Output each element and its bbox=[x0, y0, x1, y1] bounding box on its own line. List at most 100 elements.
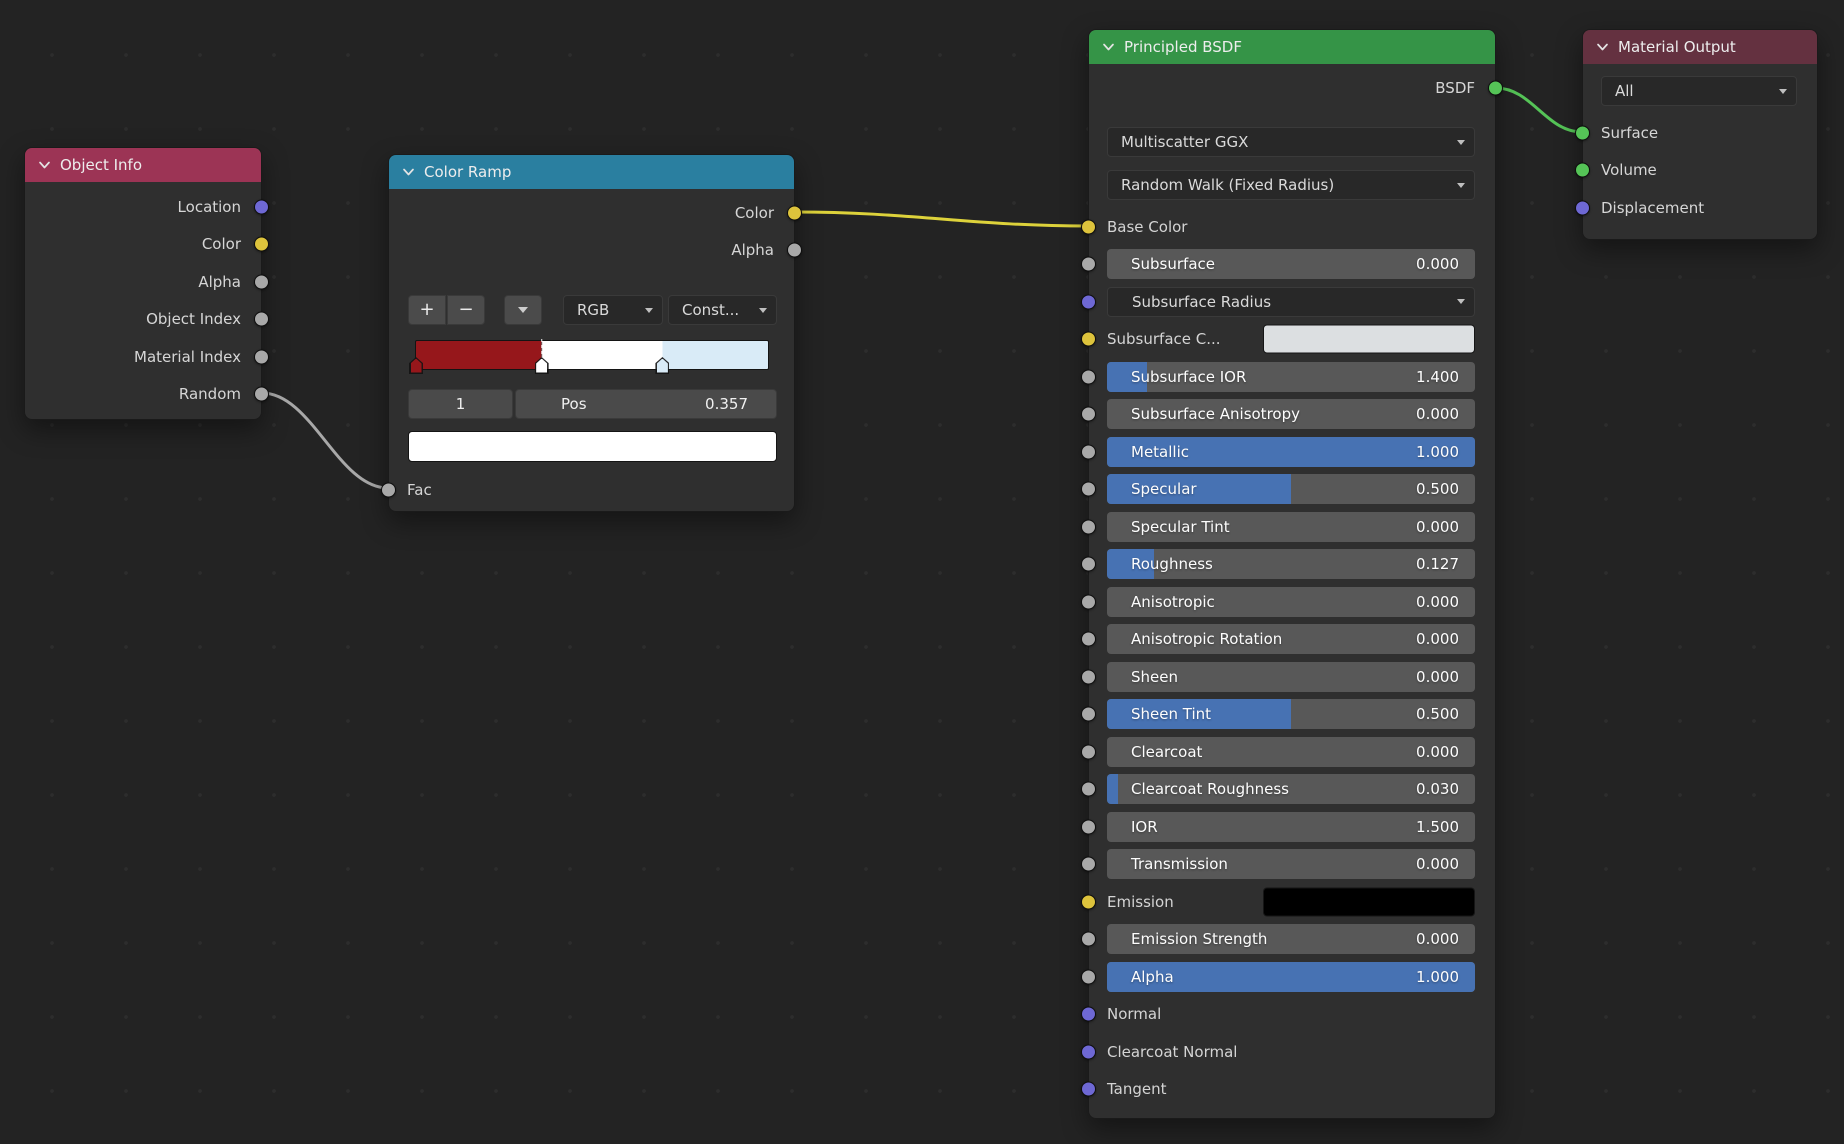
node-color-ramp[interactable]: Color Ramp Color Alpha + − RGB Const... bbox=[388, 154, 795, 512]
socket-normal-input[interactable] bbox=[1081, 1007, 1096, 1022]
slider-label: Roughness bbox=[1131, 555, 1213, 573]
link-bsdf-to-surface[interactable] bbox=[1496, 88, 1582, 132]
plus-icon: + bbox=[419, 301, 434, 319]
row-base-color: Base Color bbox=[1089, 208, 1495, 246]
collapse-chevron-icon[interactable] bbox=[38, 161, 51, 169]
node-material-output[interactable]: Material Output All Surface Volume Displ… bbox=[1582, 29, 1818, 240]
socket-subsurface-radius-input[interactable] bbox=[1081, 294, 1096, 309]
socket-bsdf-output[interactable] bbox=[1488, 81, 1503, 96]
metallic-slider[interactable]: Metallic 1.000 bbox=[1107, 437, 1475, 467]
subsurface-color-swatch[interactable] bbox=[1263, 325, 1475, 354]
output-random: Random bbox=[25, 376, 261, 414]
color-mode-dropdown[interactable]: RGB bbox=[563, 295, 663, 325]
roughness-slider[interactable]: Roughness 0.127 bbox=[1107, 549, 1475, 579]
colorband-stop-0[interactable] bbox=[409, 357, 423, 374]
output-material-index-label: Material Index bbox=[134, 348, 241, 366]
specular-tint-slider[interactable]: Specular Tint 0.000 bbox=[1107, 512, 1475, 542]
socket-ior-input[interactable] bbox=[1081, 819, 1096, 834]
specular-slider[interactable]: Specular 0.500 bbox=[1107, 474, 1475, 504]
socket-specular-tint-input[interactable] bbox=[1081, 519, 1096, 534]
sss-method-dropdown[interactable]: Random Walk (Fixed Radius) bbox=[1107, 170, 1475, 200]
interpolation-dropdown[interactable]: Const... bbox=[668, 295, 777, 325]
emission-strength-slider[interactable]: Emission Strength 0.000 bbox=[1107, 924, 1475, 954]
anisotropic-slider[interactable]: Anisotropic 0.000 bbox=[1107, 587, 1475, 617]
socket-metallic-input[interactable] bbox=[1081, 444, 1096, 459]
socket-subsurface-ior-input[interactable] bbox=[1081, 369, 1096, 384]
active-stop-index-field[interactable]: 1 bbox=[408, 389, 513, 419]
colorband-gradient[interactable] bbox=[415, 340, 769, 370]
socket-anisotropic-rotation-input[interactable] bbox=[1081, 632, 1096, 647]
socket-random-output[interactable] bbox=[254, 387, 269, 402]
node-editor-canvas[interactable]: { "editor": { "background": "#232323", "… bbox=[0, 0, 1844, 1144]
clearcoat-slider[interactable]: Clearcoat 0.000 bbox=[1107, 737, 1475, 767]
socket-color-output[interactable] bbox=[254, 237, 269, 252]
collapse-chevron-icon[interactable] bbox=[402, 168, 415, 176]
row-subsurface-anisotropy: Subsurface Anisotropy 0.000 bbox=[1089, 396, 1495, 434]
object-info-header[interactable]: Object Info bbox=[25, 148, 261, 182]
socket-subsurface-anisotropy-input[interactable] bbox=[1081, 407, 1096, 422]
subsurface-ior-slider[interactable]: Subsurface IOR 1.400 bbox=[1107, 362, 1475, 392]
alpha-slider[interactable]: Alpha 1.000 bbox=[1107, 962, 1475, 992]
socket-fac-input[interactable] bbox=[381, 482, 396, 497]
socket-alpha-output[interactable] bbox=[254, 274, 269, 289]
socket-color-output[interactable] bbox=[787, 205, 802, 220]
emission-color-swatch[interactable] bbox=[1263, 887, 1475, 916]
socket-roughness-input[interactable] bbox=[1081, 557, 1096, 572]
socket-sheen-input[interactable] bbox=[1081, 669, 1096, 684]
socket-clearcoat-normal-input[interactable] bbox=[1081, 1044, 1096, 1059]
ior-slider[interactable]: IOR 1.500 bbox=[1107, 812, 1475, 842]
output-target-dropdown[interactable]: All bbox=[1601, 76, 1797, 106]
distribution-dropdown[interactable]: Multiscatter GGX bbox=[1107, 127, 1475, 157]
material-output-header[interactable]: Material Output bbox=[1583, 30, 1817, 64]
socket-subsurface-input[interactable] bbox=[1081, 257, 1096, 272]
socket-object-index-output[interactable] bbox=[254, 312, 269, 327]
output-bsdf-label: BSDF bbox=[1435, 79, 1475, 97]
collapse-chevron-icon[interactable] bbox=[1596, 43, 1609, 51]
link-color-to-base-color[interactable] bbox=[795, 212, 1088, 226]
subsurface-slider[interactable]: Subsurface 0.000 bbox=[1107, 249, 1475, 279]
subsurface-anisotropy-slider[interactable]: Subsurface Anisotropy 0.000 bbox=[1107, 399, 1475, 429]
socket-transmission-input[interactable] bbox=[1081, 857, 1096, 872]
color-ramp-header[interactable]: Color Ramp bbox=[389, 155, 794, 189]
input-surface-label: Surface bbox=[1601, 124, 1658, 142]
sheen-slider[interactable]: Sheen 0.000 bbox=[1107, 662, 1475, 692]
slider-value: 1.500 bbox=[1416, 818, 1459, 836]
add-stop-button[interactable]: + bbox=[408, 295, 446, 325]
principled-bsdf-header[interactable]: Principled BSDF bbox=[1089, 30, 1495, 64]
socket-material-index-output[interactable] bbox=[254, 349, 269, 364]
socket-emission-input[interactable] bbox=[1081, 894, 1096, 909]
stop-position-field[interactable]: Pos 0.357 bbox=[515, 389, 777, 419]
socket-alpha-input[interactable] bbox=[1081, 969, 1096, 984]
collapse-chevron-icon[interactable] bbox=[1102, 43, 1115, 51]
transmission-slider[interactable]: Transmission 0.000 bbox=[1107, 849, 1475, 879]
socket-emission-strength-input[interactable] bbox=[1081, 932, 1096, 947]
node-principled-bsdf[interactable]: Principled BSDF BSDF Multiscatter GGX Ra… bbox=[1088, 29, 1496, 1119]
colorband-stop-1-selected[interactable] bbox=[535, 357, 549, 374]
socket-sheen-tint-input[interactable] bbox=[1081, 707, 1096, 722]
socket-clearcoat-input[interactable] bbox=[1081, 744, 1096, 759]
stop-color-field[interactable] bbox=[408, 431, 777, 462]
socket-displacement-input[interactable] bbox=[1575, 200, 1590, 215]
socket-specular-input[interactable] bbox=[1081, 482, 1096, 497]
socket-anisotropic-input[interactable] bbox=[1081, 594, 1096, 609]
socket-base-color-input[interactable] bbox=[1081, 219, 1096, 234]
clearcoat-roughness-slider[interactable]: Clearcoat Roughness 0.030 bbox=[1107, 774, 1475, 804]
node-object-info[interactable]: Object Info Location Color Alpha Object … bbox=[24, 147, 262, 420]
socket-alpha-output[interactable] bbox=[787, 243, 802, 258]
socket-surface-input[interactable] bbox=[1575, 125, 1590, 140]
socket-subsurface-color-input[interactable] bbox=[1081, 332, 1096, 347]
interpolation-value: Const... bbox=[682, 301, 739, 319]
link-random-to-fac[interactable] bbox=[262, 393, 388, 488]
input-volume: Volume bbox=[1583, 152, 1817, 190]
remove-stop-button[interactable]: − bbox=[447, 295, 485, 325]
subsurface-radius-dropdown[interactable]: Subsurface Radius bbox=[1107, 287, 1475, 317]
socket-location-output[interactable] bbox=[254, 199, 269, 214]
colorband-stop-2[interactable] bbox=[655, 357, 669, 374]
anisotropic-rotation-slider[interactable]: Anisotropic Rotation 0.000 bbox=[1107, 624, 1475, 654]
socket-volume-input[interactable] bbox=[1575, 163, 1590, 178]
row-transmission: Transmission 0.000 bbox=[1089, 846, 1495, 884]
colorband-tools-button[interactable] bbox=[504, 295, 542, 325]
socket-clearcoat-roughness-input[interactable] bbox=[1081, 782, 1096, 797]
socket-tangent-input[interactable] bbox=[1081, 1082, 1096, 1097]
sheen-tint-slider[interactable]: Sheen Tint 0.500 bbox=[1107, 699, 1475, 729]
